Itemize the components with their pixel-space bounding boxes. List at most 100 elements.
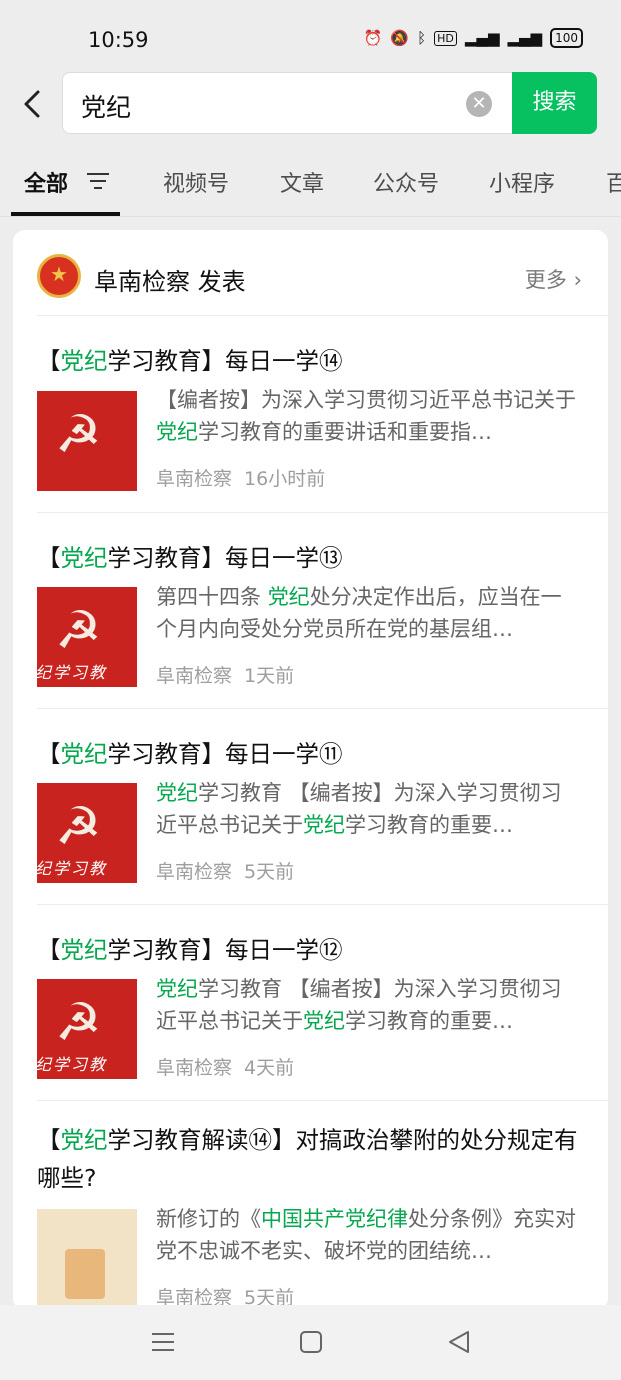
snippet-text: 学习教育的重要… [345,1009,513,1033]
hd-icon: HD [434,30,457,46]
article-item[interactable]: 【党纪学习教育】每日一学⑫ ☭ 纪学习教 党纪学习教育 【编者按】为深入学习贯彻习… [37,905,608,1101]
snippet-highlight: 党纪 [303,1009,345,1033]
hammer-sickle-icon: ☭ [55,405,102,465]
title-text: 学习教育】每日一学⑪ [107,740,343,768]
article-thumbnail: ☭ 纪学习教 [37,587,137,687]
title-text: 【 [37,740,61,768]
search-row: 党纪 ✕ 搜索 [0,72,621,136]
more-link[interactable]: 更多 › [525,264,582,294]
snippet-text: 【编者按】为深入学习贯彻习近平总书记关于 [156,388,576,412]
article-snippet: 党纪学习教育 【编者按】为深入学习贯彻习近平总书记关于党纪学习教育的重要… [156,777,580,843]
thumbnail-text: 纪学习教 [37,859,108,878]
snippet-highlight: 党纪 [156,781,198,805]
thumbnail-text: 纪学习教 [37,663,108,682]
article-source: 阜南检察 [156,665,233,687]
signal-icon-2: ▂▄▆ [507,29,543,47]
home-icon[interactable] [296,1327,326,1357]
mute-icon: 🔕 [390,29,410,47]
results-card: 阜南检察 发表 更多 › 【党纪学习教育】每日一学⑭ ☭ 【编者按】为深入学习贯… [13,230,608,1310]
account-header[interactable]: 阜南检察 发表 更多 › [37,230,608,316]
snippet-text: 学习教育的重要讲话和重要指… [198,420,492,444]
article-title: 【党纪学习教育】每日一学⑪ [37,735,588,773]
system-nav-bar [0,1305,621,1380]
title-highlight: 党纪 [60,1126,108,1154]
article-time: 5天前 [244,861,295,883]
emblem-icon [37,254,81,298]
filter-icon[interactable] [86,170,110,192]
battery-icon: 100 [550,28,583,48]
article-title: 【党纪学习教育】每日一学⑫ [37,931,588,969]
filter-tabs: 全部 视频号 文章 公众号 小程序 百 [0,150,621,218]
bluetooth-icon: ᛒ [417,29,427,47]
tab-all[interactable]: 全部 [24,166,68,198]
article-title: 【党纪学习教育】每日一学⑬ [37,539,588,577]
article-item[interactable]: 【党纪学习教育解读⑭】对搞政治攀附的处分规定有哪些? 新修订的《中国共产党纪律处… [37,1101,608,1310]
hammer-sickle-icon: ☭ [55,797,102,857]
snippet-text: 第四十四条 [156,585,268,609]
snippet-highlight: 中国共产党纪律 [261,1207,408,1231]
article-thumbnail: ☭ 纪学习教 [37,979,137,1079]
article-thumbnail [37,1209,137,1309]
tab-articles[interactable]: 文章 [280,166,324,198]
title-text: 【 [37,1126,61,1154]
article-title: 【党纪学习教育】每日一学⑭ [37,342,588,380]
title-highlight: 党纪 [60,740,108,768]
article-snippet: 新修订的《中国共产党纪律处分条例》充实对党不忠诚不老实、破坏党的团结统… [156,1203,580,1269]
thumbnail-text: 纪学习教 [37,1055,108,1074]
title-text: 学习教育解读⑭】对搞政治攀附的处分规定有哪些? [37,1126,578,1192]
article-item[interactable]: 【党纪学习教育】每日一学⑭ ☭ 【编者按】为深入学习贯彻习近平总书记关于党纪学习… [37,316,608,513]
title-highlight: 党纪 [60,347,108,375]
thumbnail-graphic [65,1249,105,1299]
article-snippet: 第四十四条 党纪处分决定作出后，应当在一个月内向受处分党员所在党的基层组… [156,581,580,647]
signal-icon: ▂▄▆ [464,29,500,47]
title-text: 学习教育】每日一学⑬ [107,544,343,572]
back-arrow-icon[interactable] [18,86,48,122]
back-icon[interactable] [444,1327,474,1357]
snippet-text: 新修订的《 [156,1207,261,1231]
menu-icon[interactable] [148,1327,178,1357]
tab-more[interactable]: 百 [606,166,621,198]
article-source: 阜南检察 [156,1057,233,1079]
search-query[interactable]: 党纪 [81,88,131,124]
title-highlight: 党纪 [60,544,108,572]
article-item[interactable]: 【党纪学习教育】每日一学⑬ ☭ 纪学习教 第四十四条 党纪处分决定作出后，应当在一… [37,513,608,709]
snippet-highlight: 党纪 [156,420,198,444]
title-text: 【 [37,936,61,964]
article-snippet: 党纪学习教育 【编者按】为深入学习贯彻习近平总书记关于党纪学习教育的重要… [156,973,580,1039]
title-text: 学习教育】每日一学⑫ [107,936,343,964]
title-text: 【 [37,544,61,572]
status-time: 10:59 [88,28,149,52]
search-button[interactable]: 搜索 [512,72,597,134]
article-time: 4天前 [244,1057,295,1079]
article-title: 【党纪学习教育解读⑭】对搞政治攀附的处分规定有哪些? [37,1121,588,1197]
title-text: 【 [37,347,61,375]
title-text: 学习教育】每日一学⑭ [107,347,343,375]
article-thumbnail: ☭ [37,391,137,491]
status-icons: ⏰ 🔕 ᛒ HD ▂▄▆ ▂▄▆ 100 [364,28,583,48]
clear-icon[interactable]: ✕ [466,91,492,117]
snippet-highlight: 党纪 [303,813,345,837]
article-snippet: 【编者按】为深入学习贯彻习近平总书记关于党纪学习教育的重要讲话和重要指… [156,384,580,450]
article-item[interactable]: 【党纪学习教育】每日一学⑪ ☭ 纪学习教 党纪学习教育 【编者按】为深入学习贯彻习… [37,709,608,905]
article-source: 阜南检察 [156,861,233,883]
article-thumbnail: ☭ 纪学习教 [37,783,137,883]
snippet-highlight: 党纪 [267,585,310,609]
divider [0,216,621,217]
tab-official-accounts[interactable]: 公众号 [373,166,439,198]
tab-video-channel[interactable]: 视频号 [163,166,229,198]
snippet-highlight: 党纪 [156,977,198,1001]
article-source: 阜南检察 [156,468,233,490]
article-time: 1天前 [244,665,295,687]
article-meta: 阜南检察 16小时前 [156,464,325,491]
hammer-sickle-icon: ☭ [55,601,102,661]
article-meta: 阜南检察 1天前 [156,661,294,688]
article-time: 16小时前 [244,468,326,490]
alarm-icon: ⏰ [363,29,383,47]
article-meta: 阜南检察 5天前 [156,857,294,884]
account-name: 阜南检察 发表 [94,268,246,296]
tab-mini-programs[interactable]: 小程序 [489,166,555,198]
status-bar: 10:59 ⏰ 🔕 ᛒ HD ▂▄▆ ▂▄▆ 100 [0,0,621,72]
search-input[interactable]: 党纪 ✕ [62,72,514,134]
snippet-text: 学习教育的重要… [345,813,513,837]
article-meta: 阜南检察 4天前 [156,1053,294,1080]
